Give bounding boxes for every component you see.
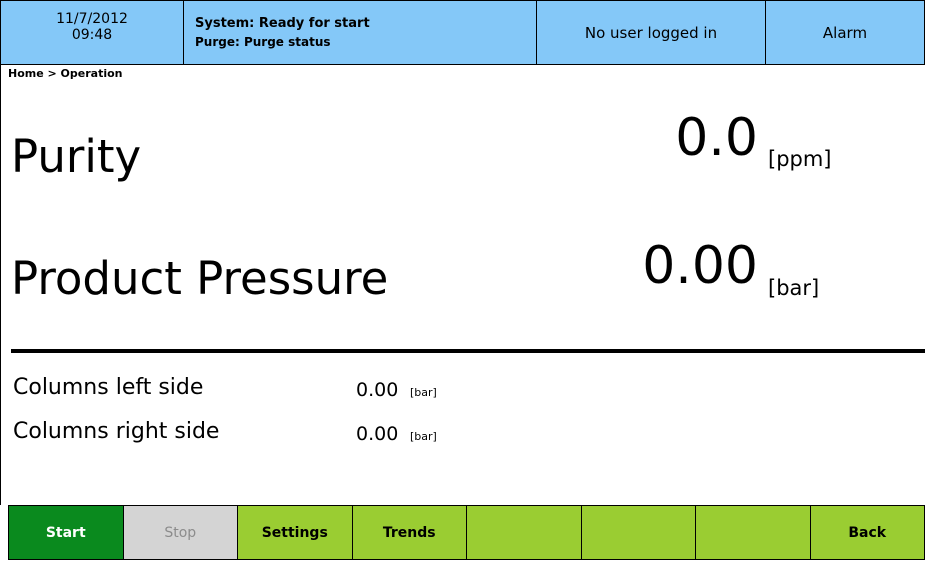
empty-button-7[interactable]: [696, 506, 810, 559]
purity-value: 0.0: [675, 108, 758, 168]
back-button[interactable]: Back: [810, 506, 924, 559]
time-text: 09:48: [71, 27, 113, 43]
system-status-text: System: Ready for start: [195, 16, 370, 31]
product-pressure-value: 0.00: [642, 236, 758, 296]
purge-status-text: Purge: Purge status: [195, 35, 331, 49]
product-pressure-unit: [bar]: [768, 276, 820, 300]
columns-left-unit: [bar]: [410, 386, 437, 399]
purity-label: Purity: [11, 130, 142, 183]
alarm-label: Alarm: [822, 23, 868, 42]
user-login-button[interactable]: No user logged in: [537, 1, 766, 64]
trends-button[interactable]: Trends: [352, 506, 466, 559]
empty-button-6[interactable]: [581, 506, 695, 559]
empty-button-5[interactable]: [467, 506, 581, 559]
columns-right-label: Columns right side: [13, 419, 220, 444]
stop-button: Stop: [123, 506, 237, 559]
status-header: 11/7/2012 09:48 System: Ready for start …: [0, 0, 925, 65]
operation-panel: Home > Operation Purity 0.0 [ppm] Produc…: [0, 65, 925, 505]
datetime-display: 11/7/2012 09:48: [1, 1, 184, 64]
columns-right-unit: [bar]: [410, 430, 437, 443]
breadcrumb: Home > Operation: [8, 67, 123, 80]
settings-button[interactable]: Settings: [238, 506, 352, 559]
start-button[interactable]: Start: [9, 506, 123, 559]
columns-left-value: 0.00: [356, 379, 399, 401]
alarm-button[interactable]: Alarm: [766, 1, 924, 64]
footer-toolbar: Start Stop Settings Trends Back: [8, 505, 925, 560]
columns-right-value: 0.00: [356, 423, 399, 445]
columns-left-label: Columns left side: [13, 375, 204, 400]
user-status-text: No user logged in: [584, 23, 718, 42]
section-divider: [11, 349, 925, 353]
product-pressure-label: Product Pressure: [11, 252, 389, 305]
date-text: 11/7/2012: [56, 11, 128, 27]
purity-unit: [ppm]: [768, 147, 832, 171]
system-status-panel: System: Ready for start Purge: Purge sta…: [184, 1, 537, 64]
